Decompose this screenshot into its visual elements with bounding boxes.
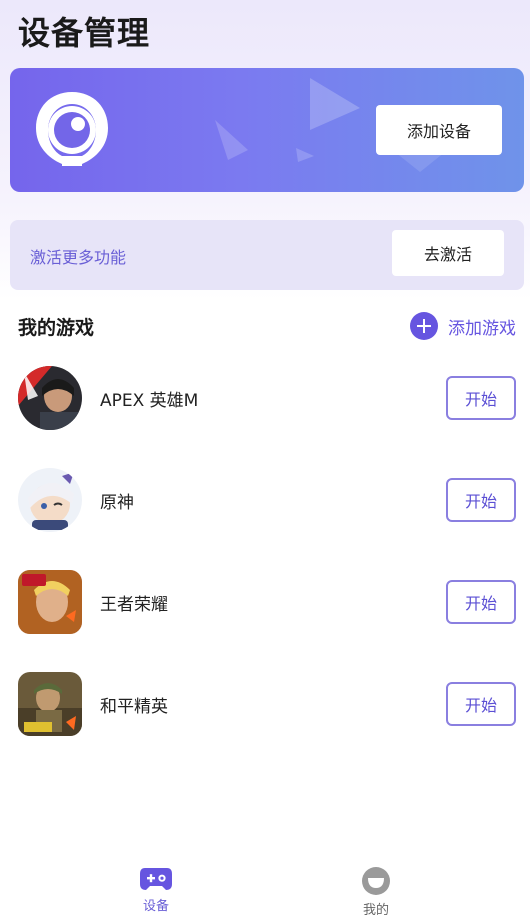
game-name: 和平精英 bbox=[100, 697, 168, 717]
apex-icon bbox=[18, 366, 82, 430]
game-row-honor-of-kings: 王者荣耀 开始 bbox=[0, 566, 530, 636]
game-row-genshin: 原神 开始 bbox=[0, 464, 530, 534]
bottom-nav: 设备 我的 bbox=[0, 860, 530, 920]
add-game-label: 添加游戏 bbox=[448, 318, 516, 339]
page-title: 设备管理 bbox=[18, 14, 151, 52]
start-button[interactable]: 开始 bbox=[446, 376, 516, 420]
gamepad-icon bbox=[140, 868, 172, 890]
start-button[interactable]: 开始 bbox=[446, 682, 516, 726]
device-management-page: 设备管理 添加设备 激活更多功能 去激活 我的游戏 添加游戏 APEX 英雄M … bbox=[0, 0, 530, 920]
peacekeeper-elite-icon bbox=[18, 672, 82, 736]
game-name: 原神 bbox=[100, 493, 134, 513]
nav-item-profile[interactable]: 我的 bbox=[336, 866, 416, 920]
app-logo-icon bbox=[36, 92, 108, 166]
nav-label: 设备 bbox=[142, 899, 169, 914]
nav-label: 我的 bbox=[362, 903, 389, 918]
device-banner: 添加设备 bbox=[10, 68, 524, 192]
start-button[interactable]: 开始 bbox=[446, 478, 516, 522]
nav-item-device[interactable]: 设备 bbox=[116, 866, 196, 920]
game-name: 王者荣耀 bbox=[100, 595, 168, 615]
profile-icon bbox=[362, 867, 390, 895]
my-games-title: 我的游戏 bbox=[18, 317, 95, 339]
honor-of-kings-icon bbox=[18, 570, 82, 634]
game-row-peacekeeper-elite: 和平精英 开始 bbox=[0, 668, 530, 738]
start-button[interactable]: 开始 bbox=[446, 580, 516, 624]
add-game-button[interactable]: 添加游戏 bbox=[410, 312, 516, 340]
plus-circle-icon bbox=[410, 312, 438, 340]
activate-button[interactable]: 去激活 bbox=[392, 230, 504, 276]
genshin-icon bbox=[18, 468, 82, 532]
game-row-apex: APEX 英雄M 开始 bbox=[0, 362, 530, 432]
activate-text: 激活更多功能 bbox=[30, 248, 127, 267]
game-name: APEX 英雄M bbox=[100, 391, 199, 411]
add-device-button[interactable]: 添加设备 bbox=[376, 105, 502, 155]
activate-banner: 激活更多功能 去激活 bbox=[10, 220, 524, 290]
